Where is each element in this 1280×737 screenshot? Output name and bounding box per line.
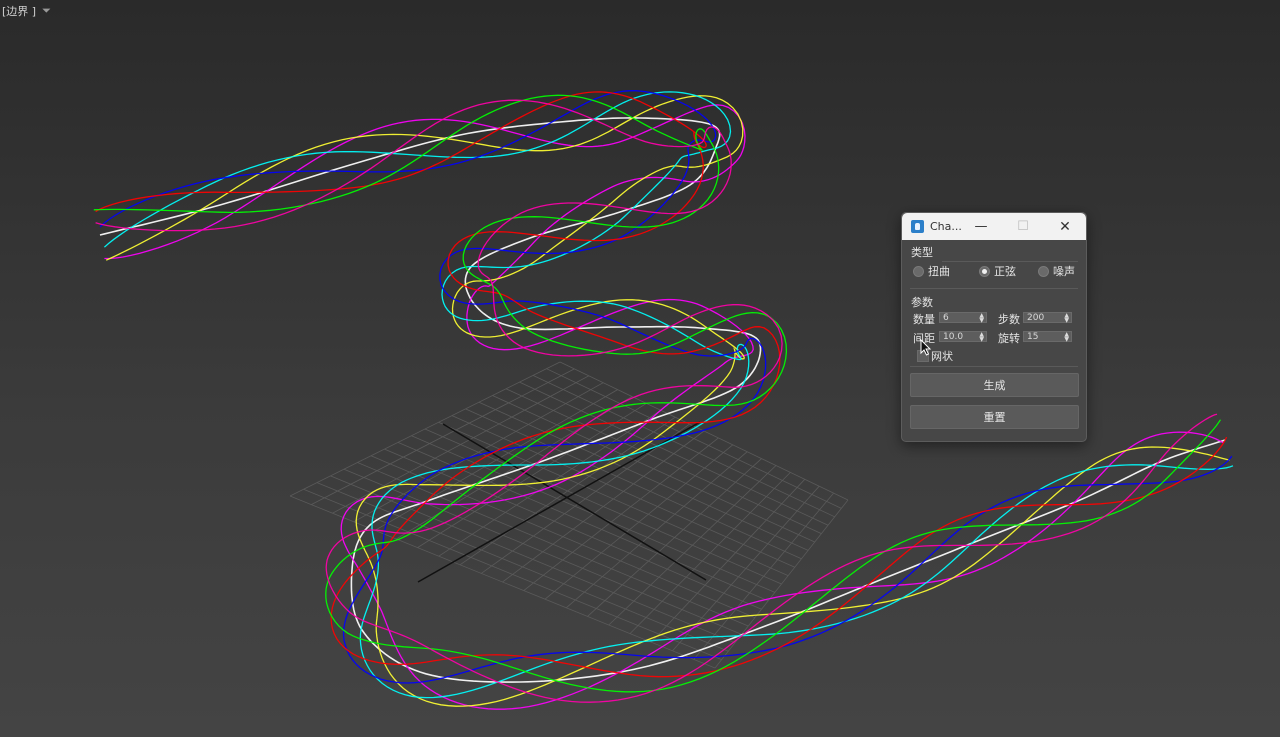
radio-sine[interactable]: 正弦 <box>979 263 1016 279</box>
rotation-spinner[interactable]: 15 ▲ ▼ <box>1023 331 1072 343</box>
radio-twist-label: 扭曲 <box>928 265 950 278</box>
params-section-title: 参数 <box>911 296 933 309</box>
dialog-titlebar[interactable]: Cha... — ☐ ✕ <box>902 213 1086 240</box>
rotation-value[interactable]: 15 <box>1027 332 1038 342</box>
spacing-value[interactable]: 10.0 <box>943 332 963 342</box>
radio-twist-dot[interactable] <box>913 265 924 277</box>
close-icon[interactable]: ✕ <box>1050 213 1080 240</box>
spinner-arrows-icon[interactable]: ▲ ▼ <box>979 313 984 324</box>
viewport-label-text[interactable]: [边界 ] <box>2 3 36 19</box>
grid-line <box>330 475 736 644</box>
spinner-arrows-icon[interactable]: ▲ ▼ <box>1064 332 1069 343</box>
viewport[interactable] <box>0 0 1280 737</box>
quantity-value[interactable]: 6 <box>943 313 949 323</box>
minimize-icon[interactable]: — <box>966 213 996 240</box>
app-icon <box>911 220 924 233</box>
dialog-title: Cha... <box>930 220 962 233</box>
radio-sine-dot[interactable] <box>979 265 990 277</box>
divider <box>910 288 1078 289</box>
charts-dialog: Cha... — ☐ ✕ 类型 扭曲 正弦 噪声 参数 数量 6 ▲ ▼ 步数 2… <box>901 212 1087 442</box>
type-section-title: 类型 <box>911 246 933 259</box>
grid-line <box>289 495 716 669</box>
rotation-label: 旋转 <box>998 332 1020 345</box>
reset-button[interactable]: 重置 <box>910 405 1079 429</box>
grid-line <box>303 488 722 660</box>
steps-spinner[interactable]: 200 ▲ ▼ <box>1023 312 1072 324</box>
radio-twist[interactable]: 扭曲 <box>913 263 950 279</box>
mesh-label: 网状 <box>931 350 953 363</box>
generate-button[interactable]: 生成 <box>910 373 1079 397</box>
viewport-label[interactable]: [边界 ] ⏷ <box>2 3 51 19</box>
divider <box>942 261 1078 262</box>
maximize-icon[interactable]: ☐ <box>1008 213 1038 240</box>
quantity-label: 数量 <box>913 313 935 326</box>
radio-noise[interactable]: 噪声 <box>1038 263 1075 279</box>
spinner-arrows-icon[interactable]: ▲ ▼ <box>979 332 984 343</box>
radio-noise-label: 噪声 <box>1053 265 1075 278</box>
radio-sine-label: 正弦 <box>994 265 1016 278</box>
grid-line <box>714 499 849 669</box>
spinner-arrows-icon[interactable]: ▲ ▼ <box>1064 313 1069 324</box>
mouse-cursor-icon <box>920 339 932 356</box>
spacing-spinner[interactable]: 10.0 ▲ ▼ <box>939 331 987 343</box>
radio-noise-dot[interactable] <box>1038 265 1049 277</box>
steps-label: 步数 <box>998 313 1020 326</box>
divider <box>910 366 1078 367</box>
quantity-spinner[interactable]: 6 ▲ ▼ <box>939 312 987 324</box>
filter-icon[interactable]: ⏷ <box>42 4 51 18</box>
steps-value[interactable]: 200 <box>1027 313 1044 323</box>
